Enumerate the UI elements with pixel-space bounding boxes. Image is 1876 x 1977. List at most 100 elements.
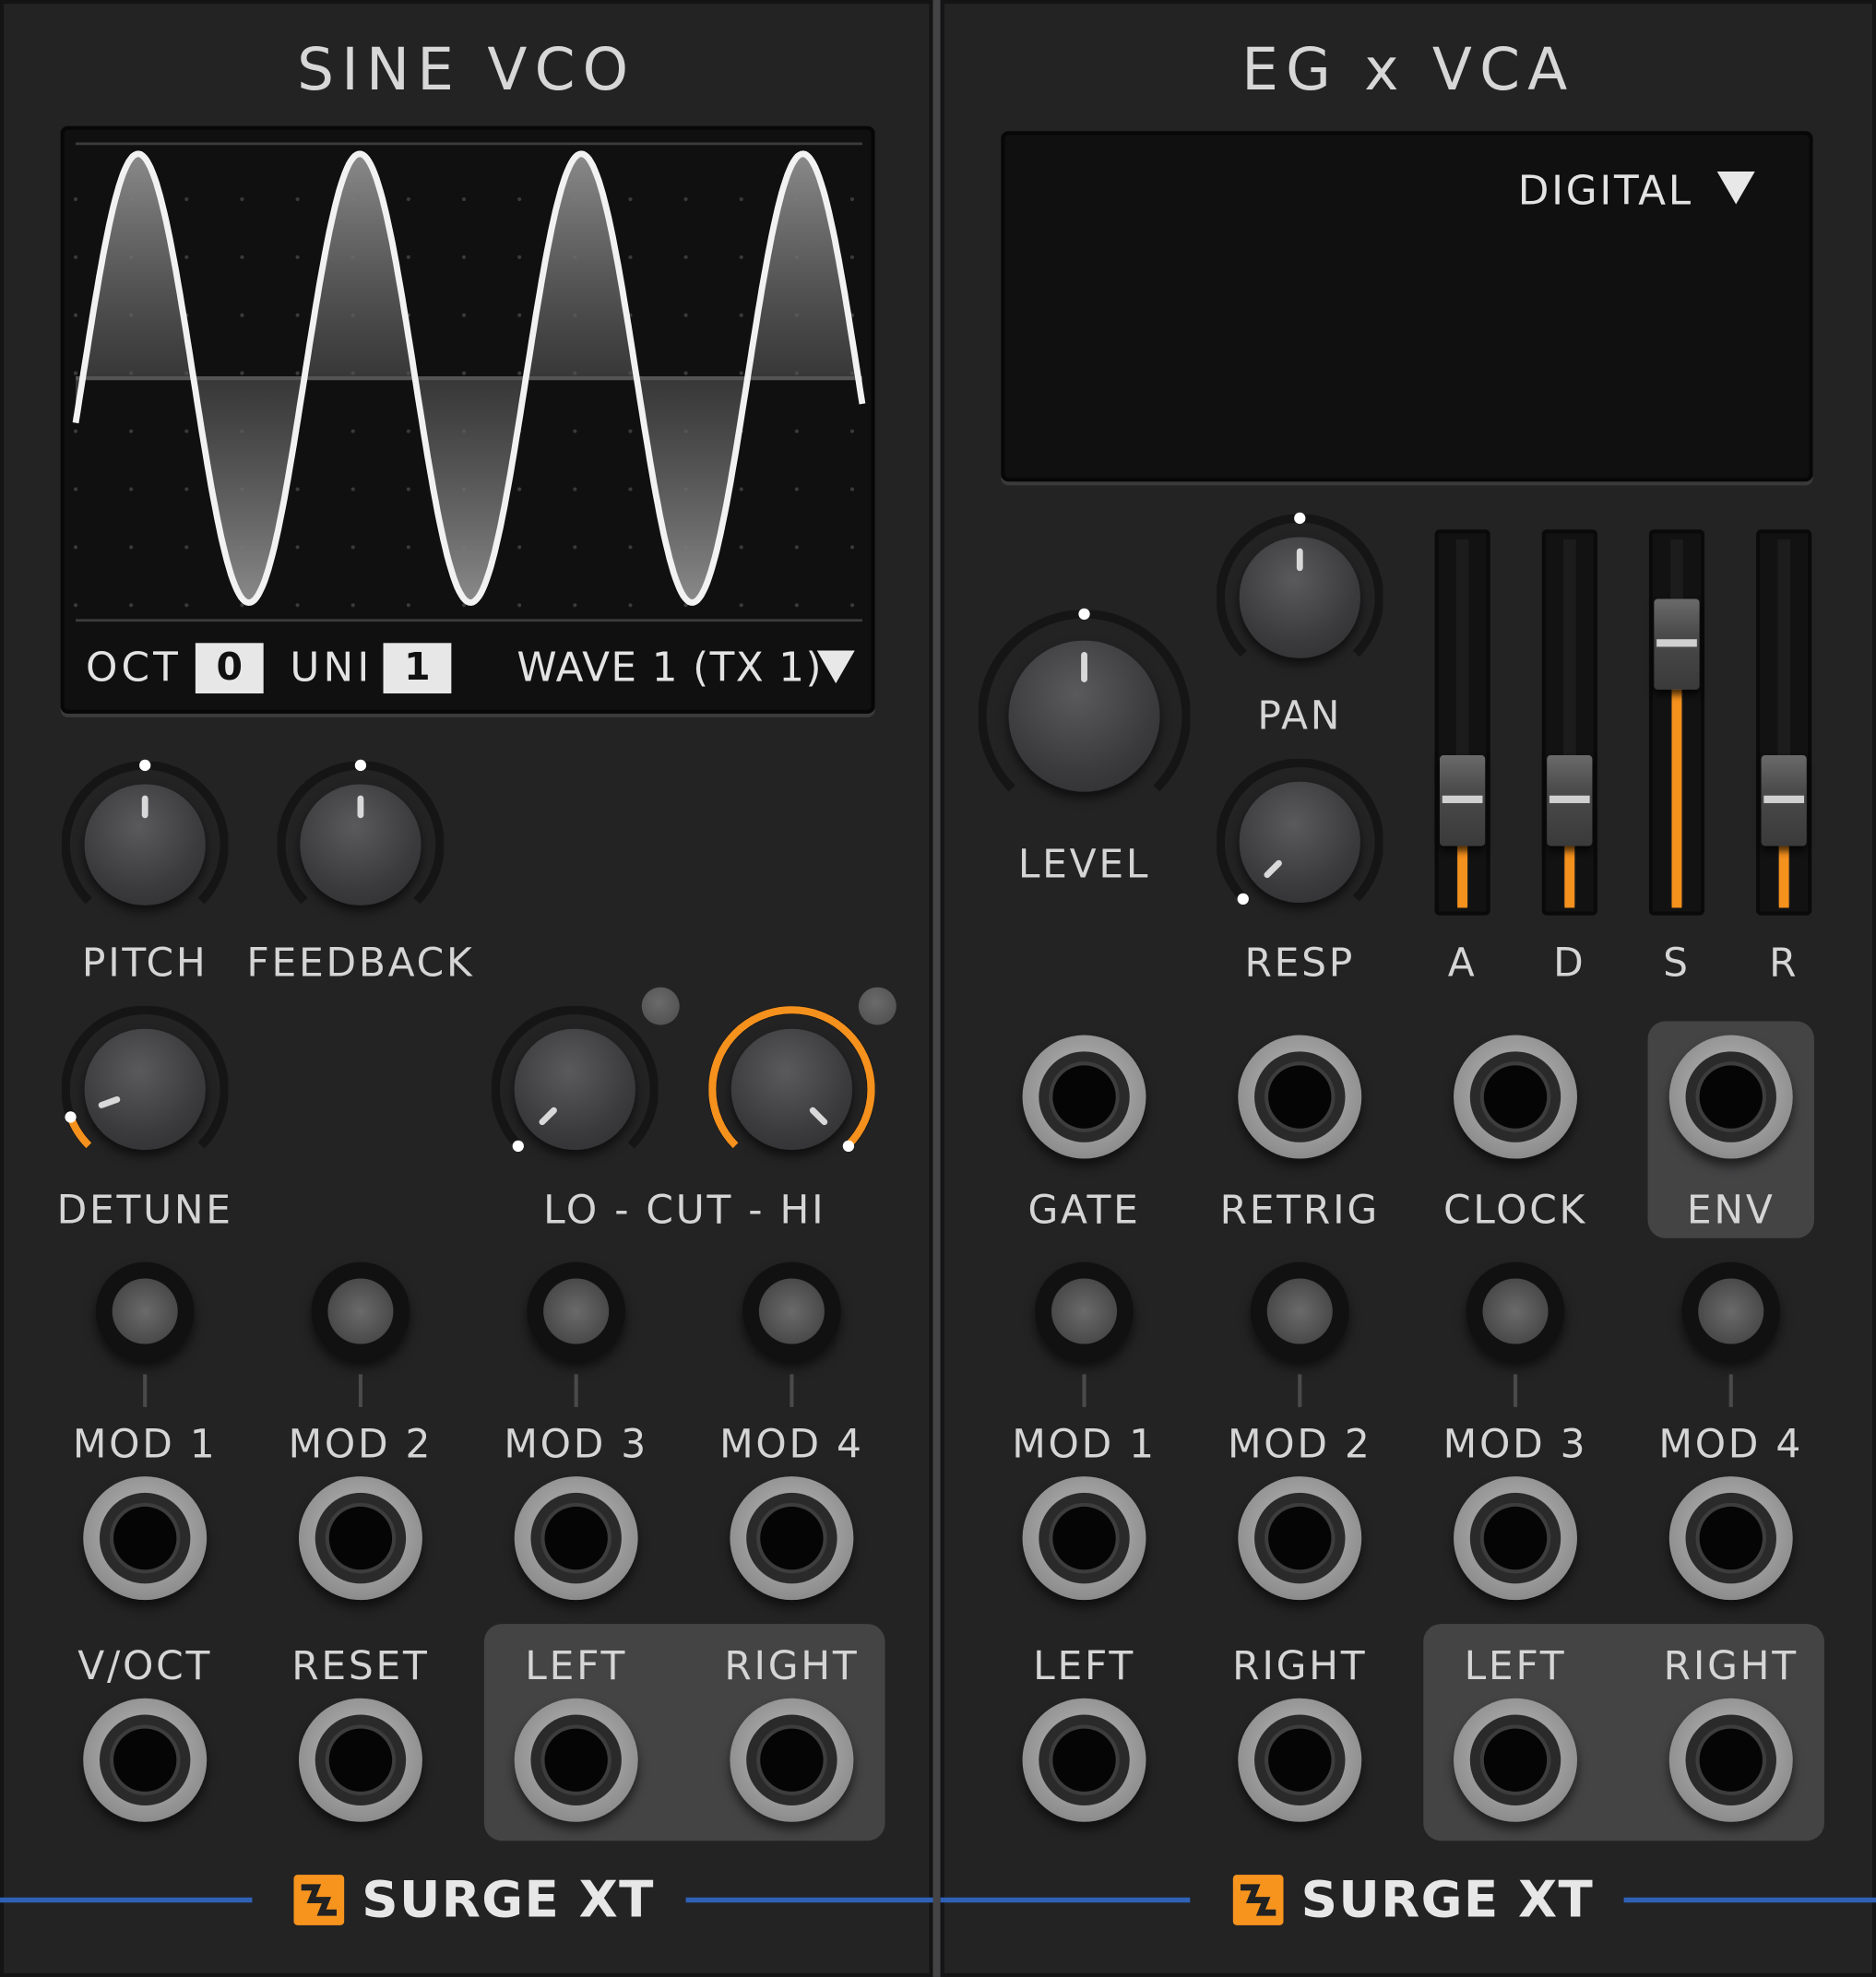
mod-2-label: MOD 2 xyxy=(1227,1422,1372,1468)
knob-indicator-dot xyxy=(354,759,367,772)
wave-select[interactable]: WAVE 1 (TX 1) xyxy=(516,643,822,691)
knob-indicator-dot xyxy=(842,1140,854,1152)
hi-cut-enable-button[interactable] xyxy=(858,987,896,1025)
mod-4-jack[interactable] xyxy=(730,1476,854,1601)
out-left-jack[interactable] xyxy=(1454,1698,1577,1822)
mode-dropdown-icon[interactable] xyxy=(1715,169,1757,207)
knob-pointer xyxy=(141,794,148,819)
resp-label: RESP xyxy=(1244,941,1356,987)
mod-3-divider xyxy=(574,1374,578,1407)
hi-cut-knob[interactable] xyxy=(708,1006,875,1172)
attack-label: A xyxy=(1447,941,1478,987)
wave-select-label: WAVE 1 (TX 1) xyxy=(516,643,823,692)
mod-2-divider xyxy=(1298,1374,1302,1407)
mod-3-label: MOD 3 xyxy=(504,1422,649,1468)
lo-cut-enable-button[interactable] xyxy=(641,987,680,1025)
lo-cut-knob[interactable] xyxy=(492,1006,659,1172)
mod-4-label: MOD 4 xyxy=(1658,1422,1804,1468)
mod-3-jack[interactable] xyxy=(1454,1476,1577,1601)
knob-cap xyxy=(85,1029,206,1150)
oct-value-field[interactable]: 0 xyxy=(195,643,264,694)
mod-2-knob[interactable] xyxy=(311,1261,410,1361)
mode-select[interactable]: DIGITAL xyxy=(1518,166,1693,214)
mod-4-divider xyxy=(1728,1374,1733,1407)
gate-jack[interactable] xyxy=(1022,1035,1146,1159)
mod-1-divider xyxy=(143,1374,148,1407)
resp-knob[interactable] xyxy=(1217,759,1383,925)
clock-label: CLOCK xyxy=(1443,1187,1588,1234)
mod-3-knob[interactable] xyxy=(527,1261,625,1361)
pan-label: PAN xyxy=(1257,693,1343,740)
reset-jack[interactable] xyxy=(298,1698,422,1822)
knob-indicator-dot xyxy=(1078,608,1090,621)
mod-4-divider xyxy=(790,1374,794,1407)
attack-slider[interactable] xyxy=(1434,529,1490,916)
footer-line-left xyxy=(0,1897,253,1903)
sustain-slider[interactable] xyxy=(1648,529,1705,916)
mod-2-divider xyxy=(358,1374,362,1407)
env-jack[interactable] xyxy=(1668,1035,1793,1159)
uni-label: UNI xyxy=(290,643,374,692)
module-title: EG x VCA xyxy=(1241,35,1575,104)
pan-knob[interactable] xyxy=(1217,512,1383,681)
out-right-jack[interactable] xyxy=(730,1698,854,1822)
mod-3-jack[interactable] xyxy=(514,1476,638,1601)
pitch-knob[interactable] xyxy=(61,759,229,928)
out-right-jack[interactable] xyxy=(1668,1698,1793,1822)
mod-4-knob[interactable] xyxy=(742,1261,841,1361)
mod-1-knob[interactable] xyxy=(95,1261,195,1361)
mod-2-jack[interactable] xyxy=(1238,1476,1362,1601)
level-knob[interactable] xyxy=(978,608,1191,823)
pitch-label: PITCH xyxy=(81,941,208,987)
mod-4-knob[interactable] xyxy=(1681,1261,1781,1361)
wave-dropdown-icon[interactable] xyxy=(814,648,857,686)
knob-indicator-dot xyxy=(1238,893,1250,905)
retrig-jack[interactable] xyxy=(1238,1035,1362,1159)
out-left-label: LEFT xyxy=(1464,1643,1567,1690)
decay-label: D xyxy=(1553,941,1586,987)
mod-2-knob[interactable] xyxy=(1250,1261,1349,1361)
in-right-jack[interactable] xyxy=(1238,1698,1362,1822)
footer-line-right xyxy=(1623,1897,1876,1903)
knob-indicator-dot xyxy=(139,759,151,772)
slider-thumb[interactable] xyxy=(1761,755,1807,846)
in-left-jack[interactable] xyxy=(1022,1698,1146,1822)
uni-value-field[interactable]: 1 xyxy=(383,643,452,694)
slider-thumb[interactable] xyxy=(1547,755,1593,846)
mod-3-label: MOD 3 xyxy=(1443,1422,1588,1468)
mod-1-knob[interactable] xyxy=(1035,1261,1134,1361)
in-right-label: RIGHT xyxy=(1232,1643,1368,1690)
out-left-jack[interactable] xyxy=(514,1698,638,1822)
knob-cap xyxy=(731,1029,852,1150)
voct-label: V/OCT xyxy=(77,1643,213,1690)
waveform-display: OCT 0 UNI 1 WAVE 1 (TX 1) xyxy=(60,125,875,714)
mod-1-jack[interactable] xyxy=(83,1476,208,1601)
mod-3-knob[interactable] xyxy=(1466,1261,1565,1361)
retrig-label: RETRIG xyxy=(1219,1187,1380,1234)
mod-2-jack[interactable] xyxy=(298,1476,422,1601)
level-label: LEVEL xyxy=(1017,842,1151,888)
slider-thumb[interactable] xyxy=(1439,755,1486,846)
detune-knob[interactable] xyxy=(61,1006,229,1172)
knob-cap xyxy=(515,1029,635,1150)
surge-logo-icon xyxy=(1232,1875,1284,1925)
envelope-display: DIGITAL xyxy=(1001,131,1813,482)
out-right-label: RIGHT xyxy=(724,1643,860,1690)
mod-1-label: MOD 1 xyxy=(1012,1422,1157,1468)
decay-slider[interactable] xyxy=(1541,529,1597,916)
mod-1-jack[interactable] xyxy=(1022,1476,1146,1601)
detune-label: DETUNE xyxy=(56,1187,233,1234)
reset-label: RESET xyxy=(291,1643,430,1690)
clock-jack[interactable] xyxy=(1454,1035,1577,1159)
voct-jack[interactable] xyxy=(83,1698,208,1822)
env-label: ENV xyxy=(1686,1187,1775,1234)
release-slider[interactable] xyxy=(1756,529,1812,916)
slider-thumb[interactable] xyxy=(1654,598,1700,690)
knob-indicator-dot xyxy=(65,1110,77,1122)
lo-cut-hi-label: LO - CUT - HI xyxy=(543,1187,826,1234)
mod-1-divider xyxy=(1082,1374,1086,1407)
mod-4-jack[interactable] xyxy=(1668,1476,1793,1601)
feedback-knob[interactable] xyxy=(277,759,445,928)
out-right-label: RIGHT xyxy=(1663,1643,1799,1690)
knob-cap xyxy=(1240,782,1360,903)
